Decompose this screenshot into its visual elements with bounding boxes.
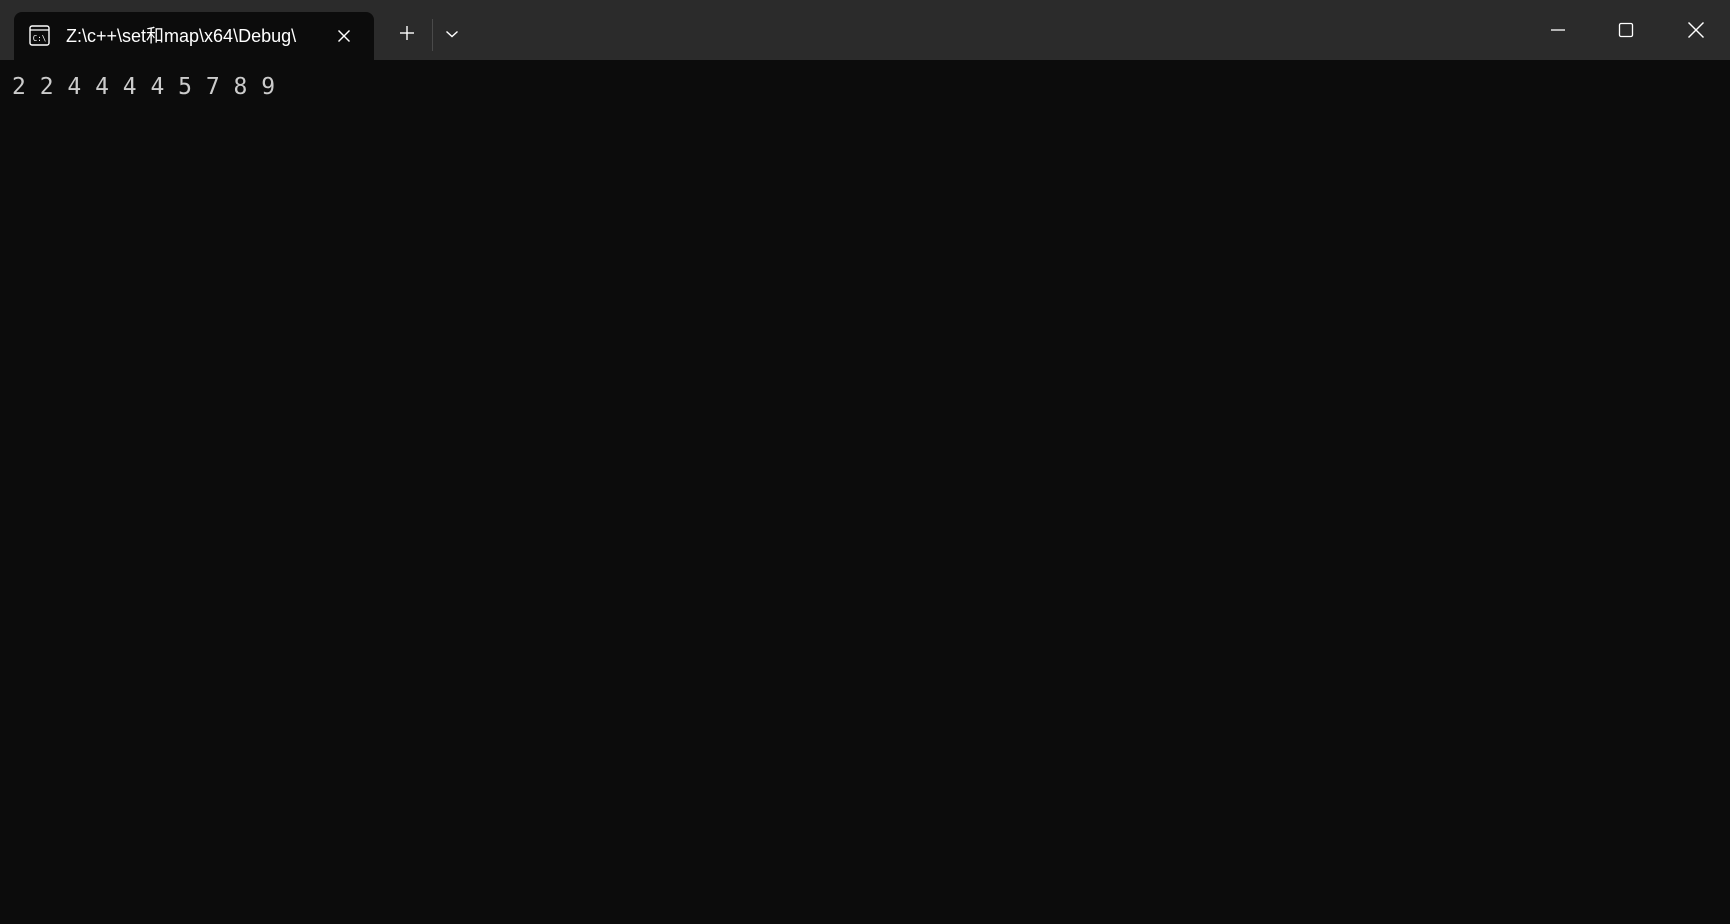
maximize-button[interactable]: [1592, 0, 1660, 60]
terminal-content[interactable]: 2 2 4 4 4 4 5 7 8 9: [0, 60, 1730, 924]
close-icon: [1687, 21, 1705, 39]
svg-text:C:\: C:\: [33, 34, 47, 43]
plus-icon: [399, 25, 415, 41]
chevron-down-icon: [445, 29, 459, 39]
profile-dropdown-button[interactable]: [438, 20, 466, 48]
cmd-icon: C:\: [29, 25, 50, 46]
new-tab-button[interactable]: [393, 19, 421, 47]
terminal-output-line: 2 2 4 4 4 4 5 7 8 9: [12, 74, 276, 100]
tab-active[interactable]: C:\ Z:\c++\set和map\x64\Debug\: [14, 12, 374, 60]
title-bar[interactable]: C:\ Z:\c++\set和map\x64\Debug\: [0, 0, 1730, 60]
tab-title: Z:\c++\set和map\x64\Debug\: [66, 26, 297, 46]
close-window-button[interactable]: [1662, 0, 1730, 60]
maximize-icon: [1618, 22, 1634, 38]
tab-close-button[interactable]: [332, 24, 356, 48]
close-icon: [337, 29, 351, 43]
minimize-button[interactable]: [1524, 0, 1592, 60]
minimize-icon: [1550, 22, 1566, 38]
terminal-window: C:\ Z:\c++\set和map\x64\Debug\ 2 2 4 4 4 …: [0, 0, 1730, 924]
titlebar-divider: [432, 19, 433, 51]
